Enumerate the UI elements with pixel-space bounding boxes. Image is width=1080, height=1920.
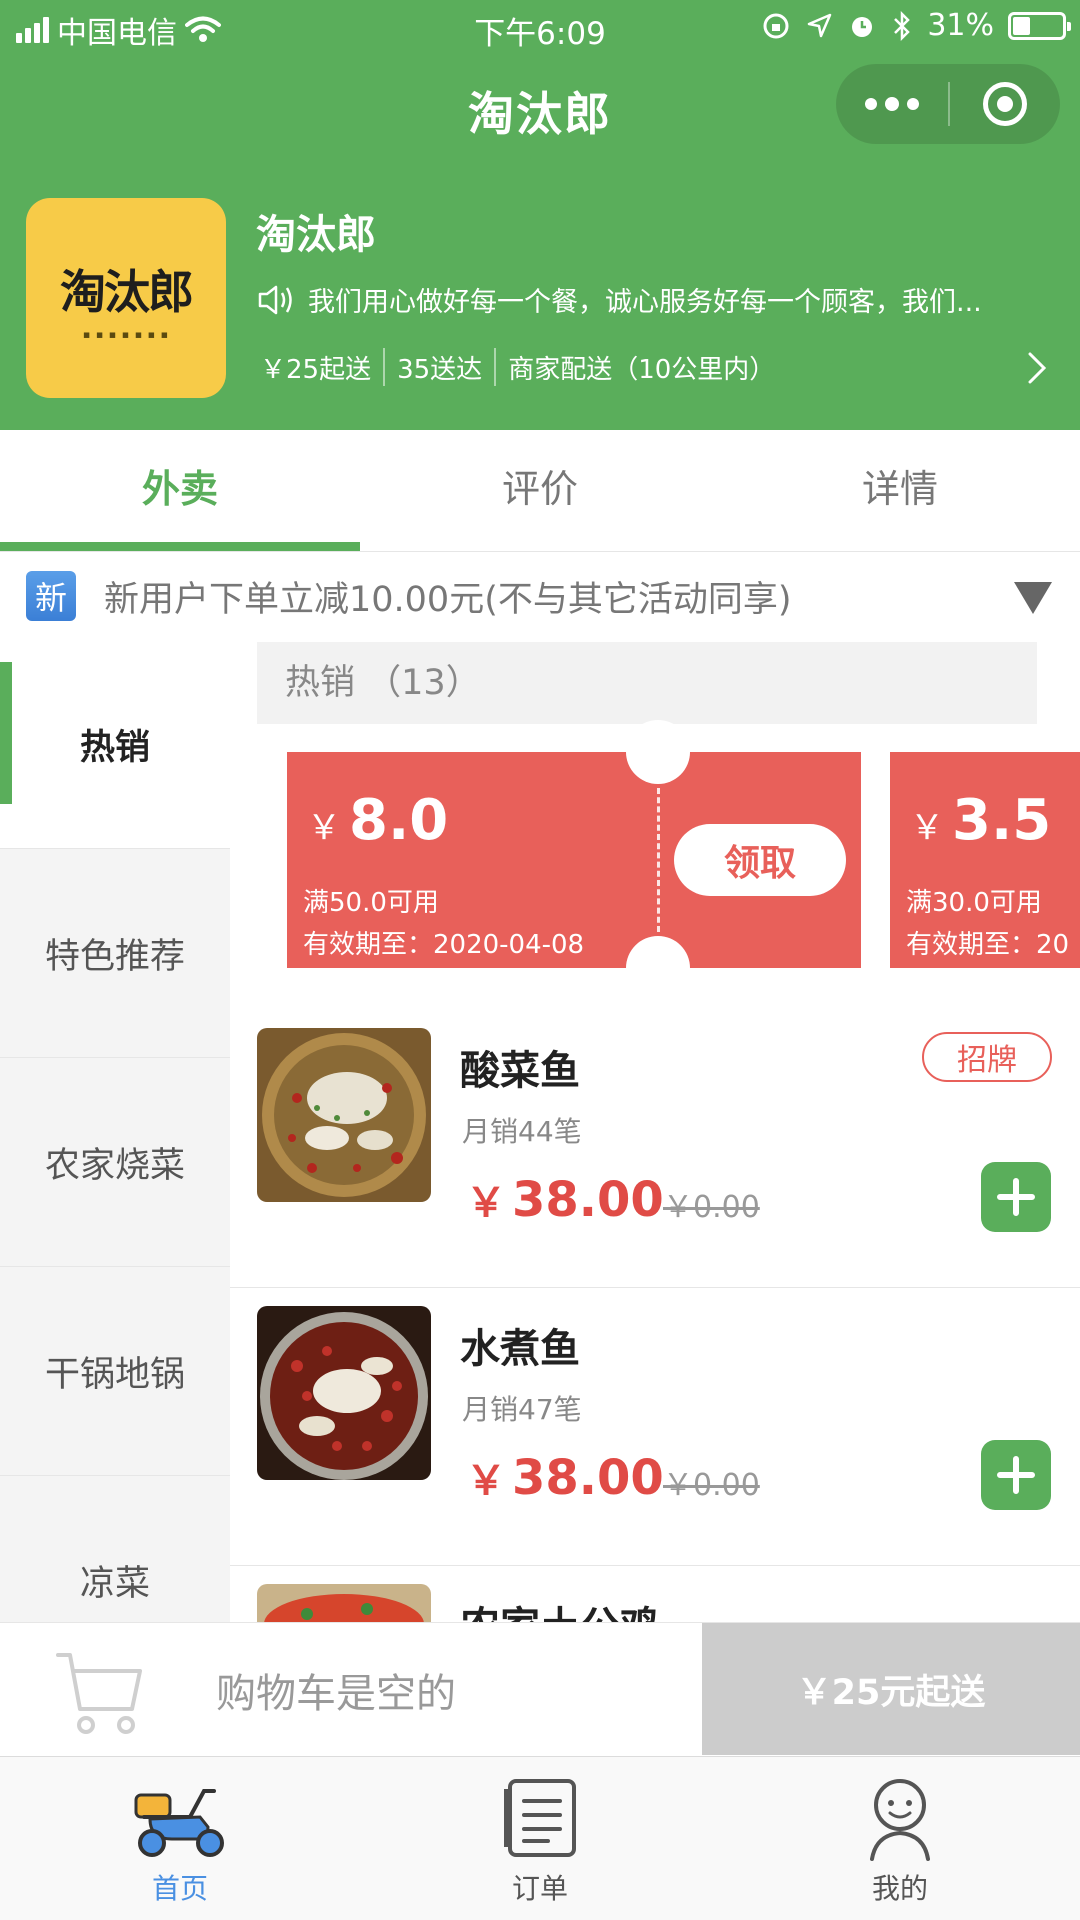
category-active-indicator	[0, 662, 12, 804]
tabbar-item-home[interactable]: 首页	[0, 1757, 360, 1920]
tabbar-item-orders[interactable]: 订单	[360, 1757, 720, 1920]
tabbar-label-profile: 我的	[871, 1872, 928, 1905]
claim-coupon-button[interactable]: 领取	[674, 824, 846, 896]
more-options-button[interactable]	[836, 64, 948, 144]
section-title: 热销	[285, 663, 356, 703]
category-menu: 热销 特色推荐 农家烧菜 干锅地锅 凉菜	[0, 640, 230, 1622]
delivery-type-label: 商家配送（10公里内）	[508, 354, 776, 385]
dish-original-price: ￥0.00	[663, 1190, 760, 1225]
location-arrow-icon	[808, 13, 832, 37]
dish-name: 水煮鱼	[460, 1326, 580, 1372]
dish-price: ￥ 38.00	[466, 1172, 664, 1228]
shop-logo: 淘汰郎 ▪ ▪ ▪ ▪ ▪ ▪ ▪	[26, 198, 226, 398]
tabbar-label-orders: 订单	[511, 1872, 568, 1905]
plus-icon	[997, 1456, 1035, 1494]
coupon-condition: 满30.0可用	[906, 888, 1042, 918]
bottom-tab-bar: 首页 订单 我的	[0, 1756, 1080, 1920]
dish-item[interactable]: 酸菜鱼 招牌 月销44笔 ￥ 38.00 ￥0.00	[230, 1010, 1080, 1288]
speaker-icon	[258, 285, 292, 314]
close-miniprogram-button[interactable]	[950, 64, 1060, 144]
category-item-cold-dishes[interactable]: 凉菜	[0, 1476, 230, 1622]
min-order-button[interactable]: ￥25元起送	[702, 1623, 1080, 1755]
tabbar-item-profile[interactable]: 我的	[720, 1757, 1080, 1920]
cart-bar: 购物车是空的 ￥25元起送	[0, 1622, 1080, 1755]
add-to-cart-button[interactable]	[981, 1440, 1051, 1510]
alarm-icon	[852, 16, 873, 37]
chevron-right-icon[interactable]	[1020, 350, 1056, 386]
signature-badge: 招牌	[922, 1032, 1052, 1082]
dish-image[interactable]	[257, 1306, 431, 1480]
dish-monthly-sales: 月销47笔	[462, 1393, 582, 1426]
coupon-amount: ￥ 3.5	[910, 788, 1052, 853]
dish-name: 农家土公鸡	[460, 1594, 660, 1622]
section-header: 热销 （13）	[257, 642, 1037, 724]
tab-takeout[interactable]: 外卖	[0, 430, 360, 552]
plus-icon	[997, 1178, 1035, 1216]
scooter-icon	[134, 1789, 224, 1857]
shop-header: 中国电信 下午6:09 31% 淘汰郎 淘汰郎 ▪ ▪ ▪ ▪ ▪ ▪ ▪ 淘汰…	[0, 0, 1080, 430]
miniprogram-capsule	[836, 64, 1060, 144]
menu-content: 热销 （13） ￥ 8.0 满50.0可用 有效期至：2020-04-08 领取 …	[230, 640, 1080, 1622]
category-item-dry-pot[interactable]: 干锅地锅	[0, 1267, 230, 1476]
status-bar: 中国电信 下午6:09 31%	[0, 0, 1080, 56]
tab-active-indicator	[0, 542, 360, 551]
coupon-list: ￥ 8.0 满50.0可用 有效期至：2020-04-08 领取 ￥ 3.5 满30…	[287, 720, 1080, 1000]
category-item-featured[interactable]: 特色推荐	[0, 849, 230, 1058]
expand-triangle-icon[interactable]	[1014, 582, 1052, 614]
promo-text: 新用户下单立减10.00元(不与其它活动同享)	[104, 579, 792, 620]
dish-original-price: ￥0.00	[663, 1468, 760, 1503]
notice-text: 我们用心做好每一个餐，诚心服务好每一个顾客，我们...	[308, 287, 982, 318]
dish-image[interactable]	[257, 1028, 431, 1202]
cart-empty-text: 购物车是空的	[216, 1671, 456, 1717]
category-item-hot[interactable]: 热销	[0, 640, 230, 849]
coupon-expiry: 有效期至：20	[906, 930, 1070, 960]
shop-name: 淘汰郎	[256, 212, 376, 258]
battery-icon	[1008, 11, 1071, 40]
coupon-condition: 满50.0可用	[303, 888, 439, 918]
tab-reviews[interactable]: 评价	[360, 430, 720, 552]
min-order-label: ￥25起送	[260, 354, 372, 385]
shop-delivery-info: ￥25起送 35送达 商家配送（10公里内）	[260, 348, 775, 386]
dish-item[interactable]: 水煮鱼 月销47笔 ￥ 38.00 ￥0.00	[230, 1288, 1080, 1566]
dish-item[interactable]: 农家土公鸡	[230, 1566, 1080, 1622]
rotation-lock-icon	[763, 13, 789, 38]
category-item-farm-dishes[interactable]: 农家烧菜	[0, 1058, 230, 1267]
coupon-amount: ￥ 8.0	[307, 788, 449, 853]
tabbar-label-home: 首页	[151, 1872, 208, 1905]
promo-banner[interactable]: 新 新用户下单立减10.00元(不与其它活动同享)	[0, 556, 1080, 636]
shop-notice[interactable]: 我们用心做好每一个餐，诚心服务好每一个顾客，我们...	[256, 280, 1046, 319]
dish-name: 酸菜鱼	[460, 1048, 580, 1094]
dish-image[interactable]	[257, 1584, 431, 1622]
coupon-card: ￥ 3.5 满30.0可用 有效期至：20	[890, 752, 1080, 968]
shop-tabs: 外卖 评价 详情	[0, 430, 1080, 552]
battery-percent: 31%	[927, 8, 994, 43]
coupon-card: ￥ 8.0 满50.0可用 有效期至：2020-04-08 领取	[287, 720, 861, 1000]
delivery-time-label: 35送达	[397, 354, 483, 385]
coupon-expiry: 有效期至：2020-04-08	[303, 930, 585, 960]
tab-details[interactable]: 详情	[720, 430, 1080, 552]
profile-icon	[870, 1779, 930, 1861]
order-list-icon	[504, 1779, 576, 1857]
add-to-cart-button[interactable]	[981, 1162, 1051, 1232]
dish-monthly-sales: 月销44笔	[462, 1115, 582, 1148]
bluetooth-icon	[894, 10, 911, 41]
dish-price: ￥ 38.00	[466, 1450, 664, 1506]
new-user-badge: 新	[26, 571, 76, 621]
shopping-cart-icon[interactable]	[52, 1647, 148, 1743]
section-count: （13）	[366, 663, 481, 703]
